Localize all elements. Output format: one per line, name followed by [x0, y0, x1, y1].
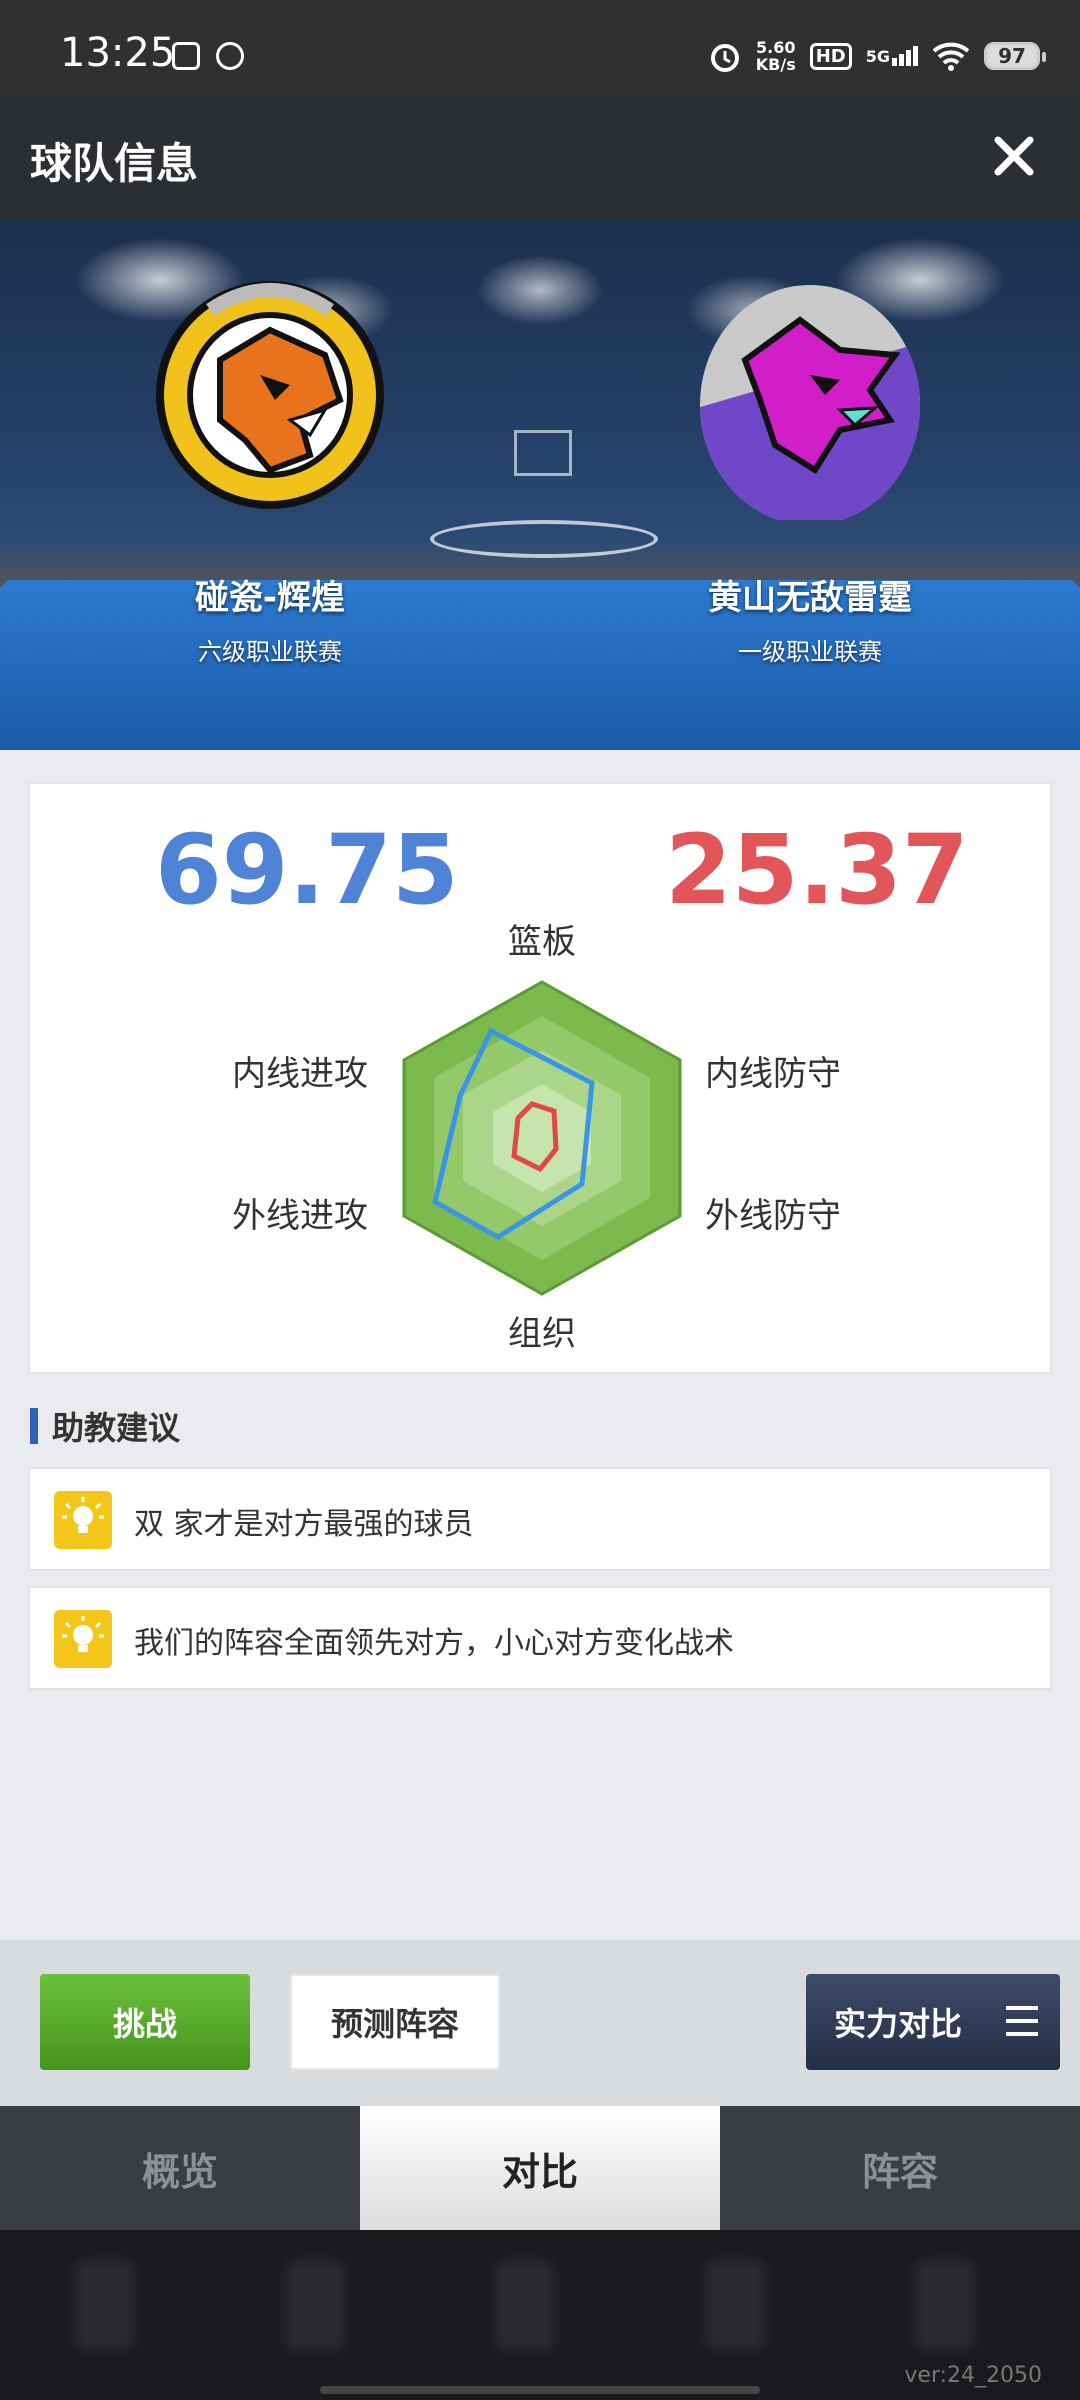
- network-speed: 5.60 KB/s: [756, 39, 796, 73]
- court-circle: [430, 520, 658, 558]
- home-team-league: 六级职业联赛: [90, 632, 450, 667]
- section-marker: [30, 1408, 38, 1444]
- radar-label-rebound: 篮板: [508, 914, 576, 963]
- alarm-icon: [708, 39, 742, 73]
- battery-icon: 97: [984, 42, 1040, 70]
- nav-item-blurred[interactable]: [75, 2260, 135, 2350]
- predict-lineup-button[interactable]: 预测阵容: [290, 1974, 500, 2070]
- tab-lineup[interactable]: 阵容: [720, 2106, 1080, 2230]
- tab-overview[interactable]: 概览: [0, 2106, 360, 2230]
- team-banner: 碰瓷-辉煌 六级职业联赛 黄山无敌雷霆 一级职业联赛: [0, 220, 1080, 750]
- action-bar: 挑战 预测阵容 实力对比: [0, 1940, 1080, 2106]
- assistant-heading: 助教建议: [52, 1403, 180, 1449]
- nav-item-blurred[interactable]: [705, 2260, 765, 2350]
- version-label: ver:24_2050: [904, 2363, 1042, 2388]
- tab-compare[interactable]: 对比: [360, 2106, 720, 2230]
- radar-label-inside-offense: 内线进攻: [232, 1046, 368, 1095]
- nav-item-blurred[interactable]: [495, 2260, 555, 2350]
- app-notification-icon: [216, 42, 244, 70]
- lightbulb-icon: [54, 1491, 112, 1549]
- radar-label-outside-defense: 外线防守: [705, 1188, 841, 1237]
- nav-item-blurred[interactable]: [915, 2260, 975, 2350]
- radar-label-outside-offense: 外线进攻: [232, 1188, 368, 1237]
- hoop-backboard: [514, 430, 572, 476]
- radar-chart: [30, 784, 1054, 1376]
- page-title: 球队信息: [30, 130, 198, 191]
- title-bar: 球队信息: [0, 100, 1080, 220]
- network-speed-value: 5.60: [756, 39, 796, 56]
- away-team-logo[interactable]: [690, 280, 930, 520]
- tab-bar: 概览 对比 阵容: [0, 2106, 1080, 2230]
- nav-item-blurred[interactable]: [285, 2260, 345, 2350]
- wifi-icon: [932, 41, 970, 71]
- status-time: 13:25: [60, 30, 175, 76]
- home-team-name: 碰瓷-辉煌: [90, 570, 450, 619]
- network-type: 5G: [866, 47, 890, 66]
- strength-compare-card: 69.75 25.37 篮板 内线防守 外线防守 组织 外线进攻 内线进攻: [28, 782, 1052, 1374]
- bottom-navigation: ver:24_2050: [0, 2230, 1080, 2400]
- suggestion-item: 双 家才是对方最强的球员: [28, 1467, 1052, 1571]
- assistant-section-header: 助教建议: [30, 1406, 180, 1446]
- home-team-logo[interactable]: [150, 270, 390, 510]
- cell-signal-icon: 5G: [866, 46, 918, 66]
- status-bar: 13:25 5.60 KB/s HD 5G 97: [0, 0, 1080, 100]
- strength-compare-label: 实力对比: [834, 1999, 962, 2045]
- strength-compare-button[interactable]: 实力对比: [806, 1974, 1060, 2070]
- home-indicator[interactable]: [320, 2386, 760, 2394]
- suggestion-text: 我们的阵容全面领先对方，小心对方变化战术: [134, 1618, 734, 1662]
- close-icon[interactable]: [984, 126, 1044, 186]
- suggestion-text: 双 家才是对方最强的球员: [134, 1499, 474, 1543]
- suggestion-item: 我们的阵容全面领先对方，小心对方变化战术: [28, 1586, 1052, 1690]
- challenge-button[interactable]: 挑战: [40, 1974, 250, 2070]
- sim-icon: [172, 42, 200, 70]
- away-team-name: 黄山无敌雷霆: [630, 570, 990, 619]
- menu-icon: [1006, 2006, 1038, 2036]
- radar-label-inside-defense: 内线防守: [705, 1046, 841, 1095]
- network-speed-unit: KB/s: [756, 56, 796, 73]
- hd-badge: HD: [810, 43, 852, 70]
- away-team-league: 一级职业联赛: [630, 632, 990, 667]
- lightbulb-icon: [54, 1610, 112, 1668]
- radar-label-playmaking: 组织: [508, 1306, 576, 1355]
